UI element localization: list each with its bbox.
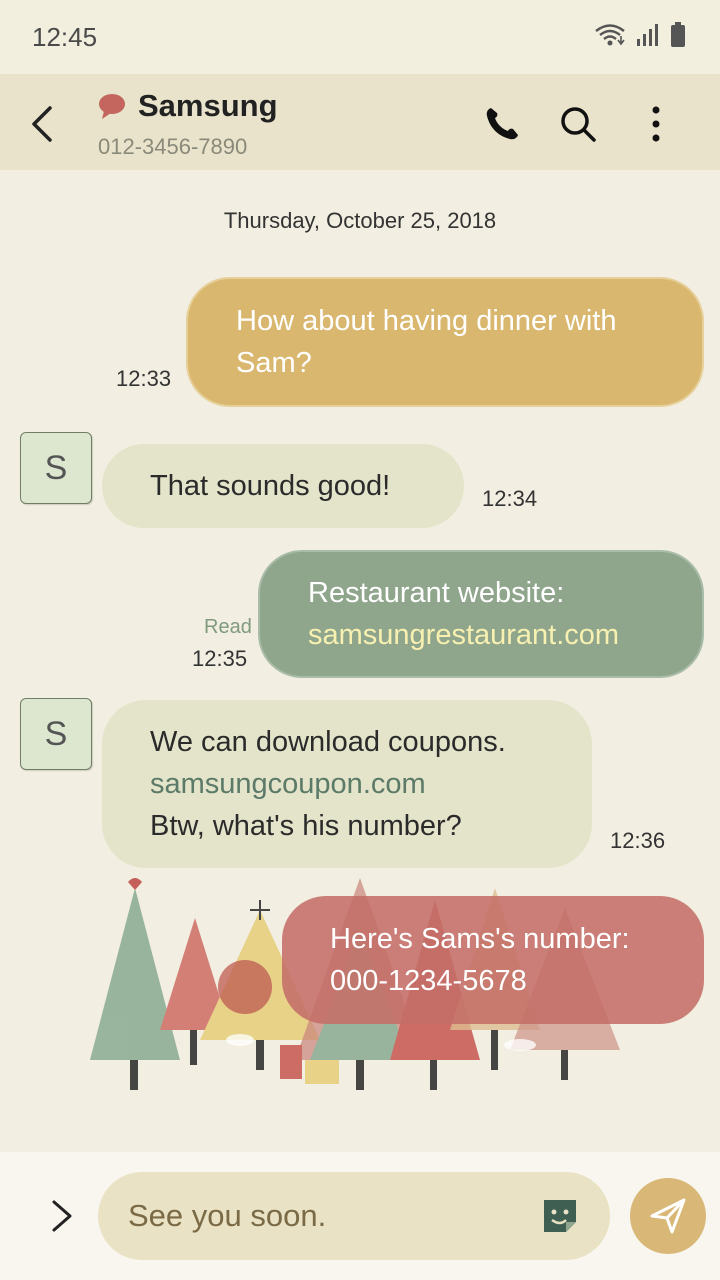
message-time: 12:36 xyxy=(610,828,666,853)
send-button[interactable] xyxy=(630,1178,706,1254)
message-link[interactable]: samsungcoupon.com xyxy=(150,763,544,805)
sending-indicator xyxy=(218,960,272,1014)
status-bar: 12:45 xyxy=(0,0,720,74)
avatar[interactable]: S xyxy=(20,698,92,770)
message-time: 12:34 xyxy=(482,486,538,511)
wifi-icon xyxy=(595,24,625,46)
message-text: We can download coupons. xyxy=(150,726,506,758)
back-icon[interactable] xyxy=(22,102,66,146)
message-text: Btw, what's his number? xyxy=(150,810,462,842)
message-text: How about having dinner with xyxy=(236,305,617,337)
message-time: 12:35 xyxy=(192,646,248,671)
search-icon[interactable] xyxy=(558,104,598,144)
message-list[interactable]: Thursday, October 25, 2018 12:33 How abo… xyxy=(0,170,720,1152)
message-text: That sounds good! xyxy=(150,470,391,502)
phone-icon[interactable] xyxy=(482,104,522,144)
message-text: Sam? xyxy=(236,347,312,379)
read-status: Read xyxy=(204,616,252,638)
contact-name[interactable]: Samsung xyxy=(138,88,278,124)
received-message-bubble[interactable]: We can download coupons. samsungcoupon.c… xyxy=(102,700,592,868)
received-message-bubble[interactable]: That sounds good! xyxy=(102,444,464,528)
message-time: 12:33 xyxy=(116,366,172,391)
chevron-right-icon[interactable] xyxy=(44,1196,80,1236)
message-text: Here's Sams's number: xyxy=(330,923,630,955)
contact-number: 012-3456-7890 xyxy=(98,134,248,159)
message-link[interactable]: samsungrestaurant.com xyxy=(308,614,654,656)
status-time: 12:45 xyxy=(32,22,98,52)
status-icons xyxy=(594,22,686,48)
composer-bar: See you soon. xyxy=(0,1152,720,1280)
message-link[interactable]: 000-1234-5678 xyxy=(330,960,656,1002)
send-icon xyxy=(650,1198,686,1234)
signal-icon xyxy=(637,24,658,46)
date-divider: Thursday, October 25, 2018 xyxy=(223,208,497,233)
sent-message-bubble[interactable]: Restaurant website: samsungrestaurant.co… xyxy=(258,550,704,678)
avatar[interactable]: S xyxy=(20,432,92,504)
message-text: Restaurant website: xyxy=(308,577,565,609)
sent-message-bubble[interactable]: Here's Sams's number: 000-1234-5678 xyxy=(282,896,704,1024)
message-input[interactable]: See you soon. xyxy=(98,1172,610,1260)
battery-icon xyxy=(671,22,685,47)
sticker-icon[interactable] xyxy=(540,1196,580,1236)
conversation-header: Samsung 012-3456-7890 xyxy=(0,74,720,170)
chat-bubble-icon xyxy=(99,94,125,119)
more-icon[interactable] xyxy=(636,104,676,144)
sent-message-bubble[interactable]: How about having dinner with Sam? xyxy=(186,277,704,407)
